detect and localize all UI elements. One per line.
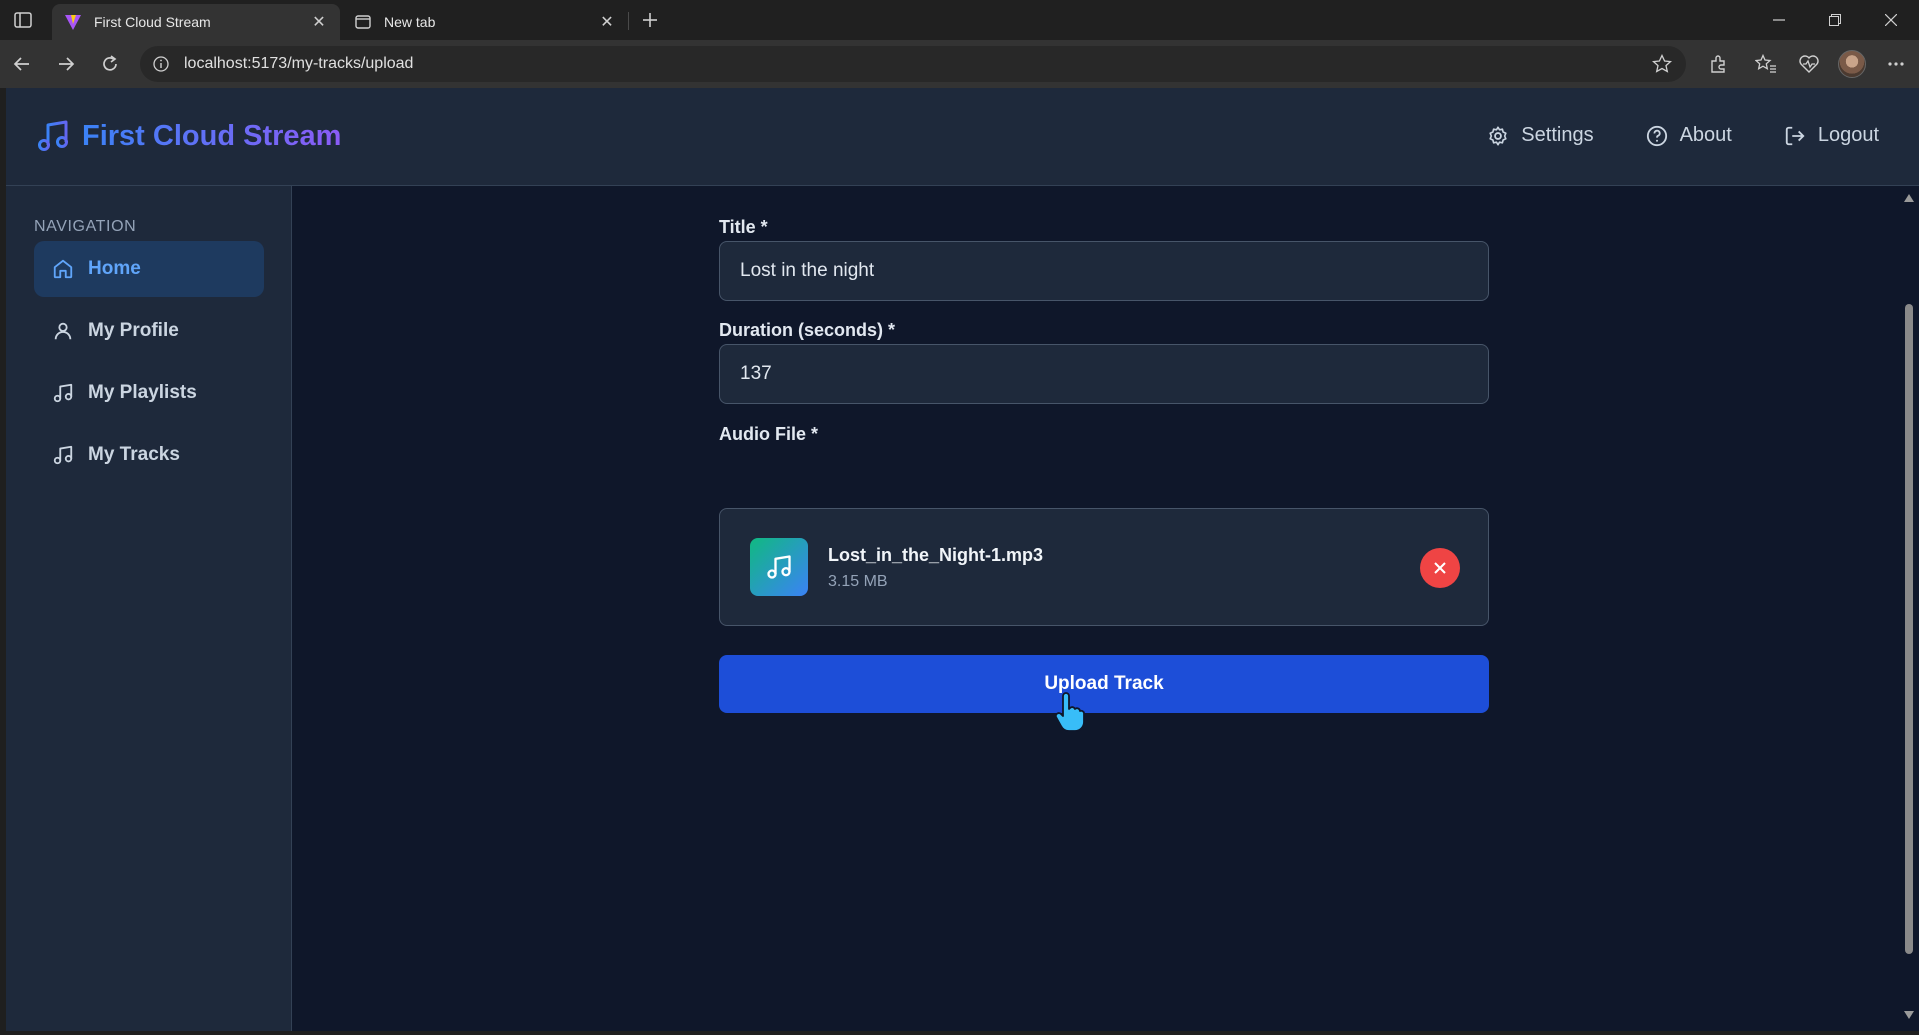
close-icon (1434, 562, 1446, 574)
scrollbar-thumb[interactable] (1905, 304, 1913, 954)
favorite-star-icon[interactable] (1651, 53, 1673, 74)
reload-icon[interactable] (98, 52, 122, 76)
settings-link[interactable]: Settings (1487, 124, 1594, 147)
close-window-icon[interactable] (1863, 0, 1919, 40)
sidebar-item-my-tracks[interactable]: My Tracks (34, 427, 264, 483)
restore-icon[interactable] (1807, 0, 1863, 40)
logout-icon (1785, 126, 1805, 145)
sidebar-item-label: Home (88, 258, 141, 279)
sidebar-item-label: My Playlists (88, 382, 197, 403)
nav-heading: NAVIGATION (34, 218, 137, 235)
new-tab-plus-icon[interactable] (638, 8, 662, 32)
header-nav: Settings About Logout (1487, 124, 1879, 147)
about-link[interactable]: About (1646, 124, 1732, 147)
sidebar-item-my-profile[interactable]: My Profile (34, 303, 264, 359)
scroll-up-arrow-icon[interactable] (1903, 192, 1915, 204)
vite-logo-icon (64, 13, 82, 31)
sidebar: NAVIGATION Home My Profile My Playlists … (6, 186, 292, 1031)
user-icon (54, 322, 72, 340)
url-field[interactable]: localhost:5173/my-tracks/upload (140, 46, 1686, 82)
browser-tab-strip: First Cloud Stream ✕ New tab ✕ (0, 0, 1919, 40)
main-scrollbar[interactable] (1899, 186, 1919, 1031)
forward-arrow-icon[interactable] (54, 52, 78, 76)
brand[interactable]: First Cloud Stream (36, 118, 341, 154)
back-arrow-icon[interactable] (10, 52, 34, 76)
browser-tab-active[interactable]: First Cloud Stream ✕ (52, 4, 340, 40)
gear-icon (1489, 125, 1507, 146)
app-header: First Cloud Stream Settings About Logout (6, 88, 1919, 186)
tab-separator (628, 12, 629, 30)
home-icon (53, 259, 73, 279)
title-input[interactable] (719, 241, 1489, 301)
selected-file-card: Lost_in_the_Night-1.mp3 3.15 MB (719, 508, 1489, 626)
new-tab-page-icon (354, 13, 372, 31)
about-label: About (1679, 124, 1732, 146)
browser-address-bar: localhost:5173/my-tracks/upload (0, 40, 1919, 88)
help-circle-icon (1646, 125, 1667, 146)
close-tab-icon[interactable]: ✕ (598, 13, 616, 31)
sidebar-item-label: My Profile (88, 320, 179, 341)
profile-avatar[interactable] (1838, 50, 1866, 78)
tab-title: New tab (384, 14, 436, 30)
music-note-icon (53, 383, 73, 403)
file-size: 3.15 MB (828, 573, 888, 590)
logout-link[interactable]: Logout (1784, 124, 1879, 147)
favorites-icon[interactable] (1754, 52, 1778, 76)
upload-track-button[interactable]: Upload Track (719, 655, 1489, 713)
scroll-down-arrow-icon[interactable] (1903, 1009, 1915, 1021)
brand-name: First Cloud Stream (82, 119, 342, 152)
file-name: Lost_in_the_Night-1.mp3 (828, 545, 1044, 565)
logout-label: Logout (1817, 124, 1879, 146)
browser-tab-new[interactable]: New tab ✕ (342, 4, 628, 40)
duration-input[interactable] (719, 344, 1489, 404)
hand-cursor-icon (1054, 692, 1085, 732)
main-content: Title * Duration (seconds) * Audio File … (293, 186, 1899, 1031)
app-root: First Cloud Stream Settings About Logout… (6, 88, 1919, 1031)
extensions-icon[interactable] (1706, 52, 1730, 76)
sidebar-item-label: My Tracks (88, 444, 180, 465)
close-tab-icon[interactable]: ✕ (310, 13, 328, 31)
duration-label: Duration (seconds) * (719, 320, 896, 340)
site-info-icon[interactable] (152, 55, 170, 73)
settings-label: Settings (1521, 124, 1594, 146)
browser-essentials-icon[interactable] (1797, 52, 1821, 76)
minimize-icon[interactable] (1751, 0, 1807, 40)
window-controls (1751, 0, 1919, 40)
music-note-logo-icon (38, 120, 68, 151)
sidebar-item-my-playlists[interactable]: My Playlists (34, 365, 264, 421)
audio-file-label: Audio File * (719, 424, 818, 444)
more-options-icon[interactable] (1884, 52, 1908, 76)
url-text: localhost:5173/my-tracks/upload (184, 55, 414, 72)
music-note-icon (53, 445, 73, 465)
audio-file-icon (750, 538, 808, 596)
title-label: Title * (719, 217, 768, 237)
remove-file-button[interactable] (1420, 548, 1460, 588)
tab-actions-icon[interactable] (12, 10, 34, 30)
sidebar-item-home[interactable]: Home (34, 241, 264, 297)
tab-title: First Cloud Stream (94, 14, 211, 30)
